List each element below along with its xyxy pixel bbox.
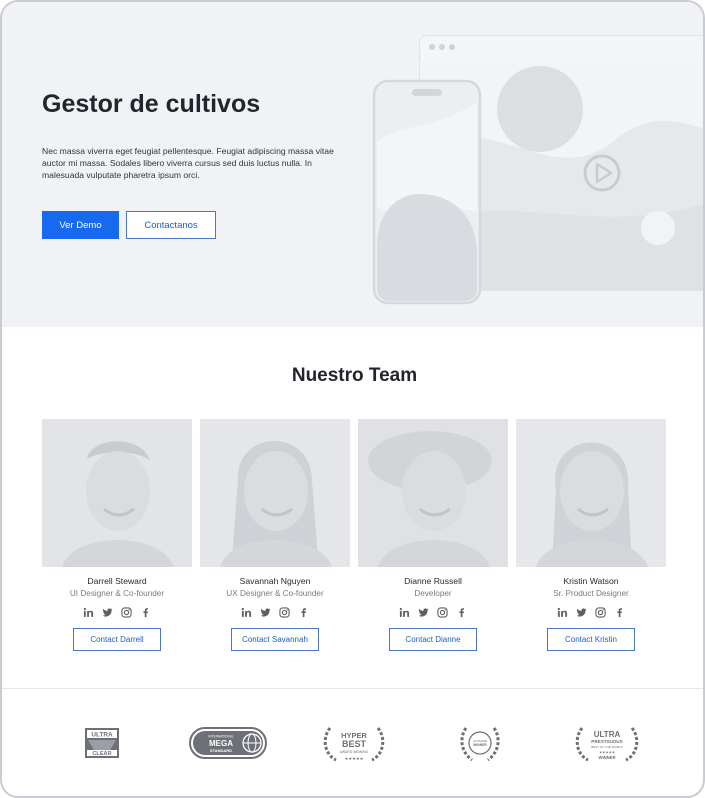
award-text: PRESTIGIOUS — [591, 739, 622, 744]
award-text: ULTRA — [91, 732, 113, 739]
ultimate-winner-award-logo: ULTIMATE WINNER — [460, 727, 500, 762]
facebook-icon[interactable] — [140, 607, 151, 619]
contact-member-button[interactable]: Contact Savannah — [231, 628, 319, 651]
team-member-role: Sr. Product Designer — [553, 589, 629, 598]
award-text: BEST — [342, 739, 367, 749]
page-frame: Gestor de cultivos Nec massa viverra ege… — [0, 0, 705, 798]
award-text: INTERNATIONAL — [208, 735, 233, 739]
social-links — [516, 607, 666, 619]
team-member-photo — [516, 419, 666, 567]
award-text: CLEAR — [92, 751, 111, 757]
team-member-name: Dianne Russell — [404, 576, 462, 586]
linkedin-icon[interactable] — [399, 607, 410, 619]
instagram-icon[interactable] — [437, 607, 448, 619]
hero-title: Gestor de cultivos — [42, 90, 261, 118]
team-card: Dianne Russell Developer Contact Dianne — [358, 419, 508, 651]
team-card: Darrell Steward UI Designer & Co-founder C… — [42, 419, 192, 651]
facebook-icon[interactable] — [298, 607, 309, 619]
hero-illustration — [372, 35, 703, 305]
contact-member-button[interactable]: Contact Darrell — [73, 628, 161, 651]
award-text: BEST OF THE WORLD — [591, 745, 623, 749]
team-member-photo — [42, 419, 192, 567]
team-member-photo — [200, 419, 350, 567]
award-text: ULTRA — [594, 730, 621, 739]
team-title: Nuestro Team — [291, 365, 418, 386]
team-member-photo — [358, 419, 508, 567]
ultra-prestigious-award-logo: ULTRA PRESTIGIOUS BEST OF THE WORLD ★★★★… — [575, 727, 639, 762]
contact-button[interactable]: Contactanos — [126, 211, 216, 239]
team-card: Kristin Watson Sr. Product Designer Contac… — [516, 419, 666, 651]
award-text: MEGA — [209, 739, 233, 748]
contact-member-button[interactable]: Contact Kristin — [547, 628, 635, 651]
social-links — [42, 607, 192, 619]
instagram-icon[interactable] — [121, 607, 132, 619]
team-card: Savannah Nguyen UX Designer & Co-founder C… — [200, 419, 350, 651]
svg-text:★★★★★: ★★★★★ — [345, 756, 364, 761]
twitter-icon[interactable] — [576, 607, 587, 619]
award-text: AWARD WINNING — [340, 750, 369, 754]
linkedin-icon[interactable] — [557, 607, 568, 619]
instagram-icon[interactable] — [279, 607, 290, 619]
linkedin-icon[interactable] — [241, 607, 252, 619]
team-member-name: Darrell Steward — [87, 576, 147, 586]
contact-member-button[interactable]: Contact Dianne — [389, 628, 477, 651]
team-member-name: Kristin Watson — [563, 576, 619, 586]
social-links — [200, 607, 350, 619]
team-member-role: UX Designer & Co-founder — [226, 589, 324, 598]
twitter-icon[interactable] — [418, 607, 429, 619]
instagram-icon[interactable] — [595, 607, 606, 619]
team-member-role: UI Designer & Co-founder — [69, 589, 165, 598]
hyper-best-award-logo: HYPER BEST AWARD WINNING ★★★★★ — [323, 727, 385, 762]
team-member-role: Developer — [414, 589, 452, 598]
facebook-icon[interactable] — [614, 607, 625, 619]
award-text: STANDARD — [210, 748, 232, 753]
twitter-icon[interactable] — [260, 607, 271, 619]
hero-description: Nec massa viverra eget feugiat pellentes… — [42, 146, 334, 180]
mega-standard-award-logo: INTERNATIONAL MEGA STANDARD — [189, 727, 267, 759]
team-member-name: Savannah Nguyen — [239, 576, 311, 586]
facebook-icon[interactable] — [456, 607, 467, 619]
hero-section: Gestor de cultivos Nec massa viverra ege… — [2, 2, 703, 327]
svg-text:★★★★★: ★★★★★ — [599, 751, 615, 755]
section-divider — [2, 688, 703, 689]
demo-button[interactable]: Ver Demo — [42, 211, 119, 239]
phone-illustration — [372, 79, 482, 305]
social-links — [358, 607, 508, 619]
award-text: WINNER — [473, 743, 487, 747]
ultra-clear-award-logo: ULTRA CLEAR — [85, 728, 119, 758]
linkedin-icon[interactable] — [83, 607, 94, 619]
award-text: WINNER — [599, 755, 616, 760]
twitter-icon[interactable] — [102, 607, 113, 619]
